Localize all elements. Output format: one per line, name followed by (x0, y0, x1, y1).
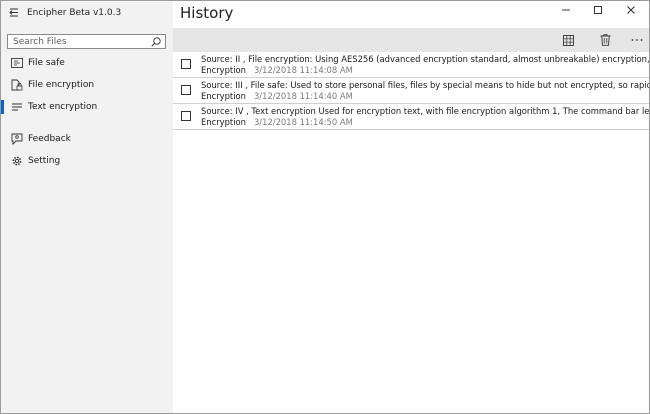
sidebar-item-file-safe[interactable]: File safe (1, 53, 173, 73)
history-source: Source: III , File safe: Used to store p… (201, 80, 649, 90)
history-meta: Encryption 3/12/2018 11:14:40 AM (201, 91, 353, 101)
row-checkbox[interactable] (181, 85, 191, 95)
sidebar-item-feedback[interactable]: Feedback (1, 129, 173, 149)
close-icon (627, 6, 635, 14)
sidebar-item-label: File safe (28, 58, 65, 68)
sidebar-item-setting[interactable]: Setting (1, 151, 173, 171)
row-checkbox[interactable] (181, 59, 191, 69)
more-button[interactable] (629, 32, 645, 48)
more-icon (631, 39, 643, 41)
history-type: Encryption (201, 91, 246, 101)
search-input[interactable] (8, 35, 148, 48)
history-time: 3/12/2018 11:14:50 AM (253, 117, 353, 127)
file-lock-icon (10, 78, 24, 92)
history-source: Source: II , File encryption: Using AES2… (201, 54, 649, 64)
back-arrow-icon (9, 8, 18, 17)
delete-button[interactable] (597, 32, 613, 48)
main-content: History Source: II , File encryption: Us… (173, 1, 649, 413)
history-type: Encryption (201, 65, 246, 75)
list-item[interactable]: Source: III , File safe: Used to store p… (173, 78, 649, 104)
select-all-icon (562, 34, 574, 46)
sidebar-item-text-encryption[interactable]: Text encryption (1, 97, 173, 117)
sidebar-item-label: Setting (28, 156, 61, 166)
app-window: Encipher Beta v1.0.3 File safe (0, 0, 650, 414)
page-title: History (180, 4, 234, 22)
gear-icon (10, 154, 24, 168)
history-source: Source: IV , Text encryption Used for en… (201, 106, 649, 116)
command-bar (173, 28, 649, 52)
select-all-button[interactable] (560, 32, 576, 48)
minimize-icon (562, 9, 570, 11)
feedback-icon (10, 132, 24, 146)
row-checkbox[interactable] (181, 111, 191, 121)
app-title-bar: Encipher Beta v1.0.3 (1, 1, 173, 25)
sidebar-item-label: Feedback (28, 134, 71, 144)
minimize-button[interactable] (552, 1, 580, 19)
history-time: 3/12/2018 11:14:08 AM (253, 65, 353, 75)
history-time: 3/12/2018 11:14:40 AM (253, 91, 353, 101)
search-icon[interactable] (150, 36, 162, 48)
history-list: Source: II , File encryption: Using AES2… (173, 52, 649, 130)
safe-icon (10, 56, 24, 70)
app-title: Encipher Beta v1.0.3 (27, 8, 122, 18)
sidebar-item-label: Text encryption (28, 102, 98, 112)
maximize-icon (594, 6, 602, 14)
history-meta: Encryption 3/12/2018 11:14:08 AM (201, 65, 353, 75)
sidebar: Encipher Beta v1.0.3 File safe (1, 1, 173, 413)
close-button[interactable] (617, 1, 645, 19)
delete-icon (600, 34, 610, 46)
sidebar-item-file-encryption[interactable]: File encryption (1, 75, 173, 95)
search-box[interactable] (7, 34, 166, 49)
text-lines-icon (10, 100, 24, 114)
history-meta: Encryption 3/12/2018 11:14:50 AM (201, 117, 353, 127)
back-button[interactable] (1, 1, 27, 25)
sidebar-item-label: File encryption (28, 80, 95, 90)
maximize-button[interactable] (584, 1, 612, 19)
history-type: Encryption (201, 117, 246, 127)
list-item[interactable]: Source: II , File encryption: Using AES2… (173, 52, 649, 78)
list-item[interactable]: Source: IV , Text encryption Used for en… (173, 104, 649, 130)
